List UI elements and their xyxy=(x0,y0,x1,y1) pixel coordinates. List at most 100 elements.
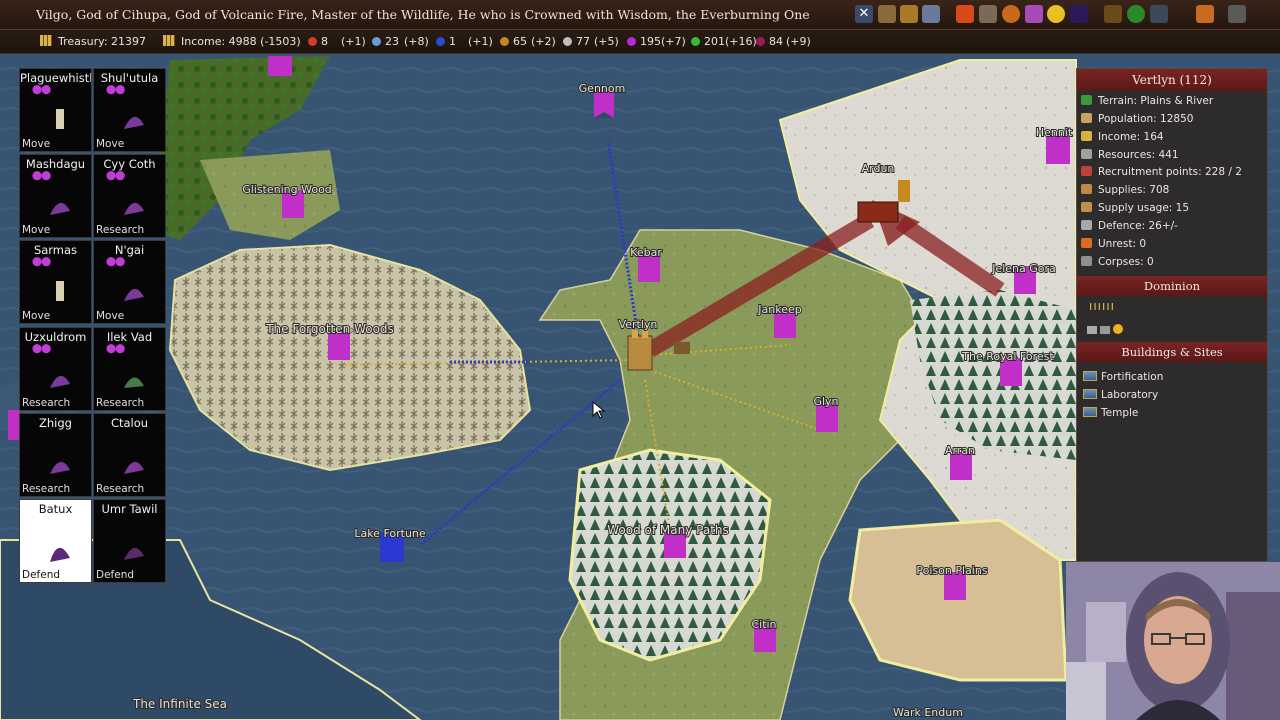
pretender-title: Vilgo, God of Cihupa, God of Volcanic Fi… xyxy=(36,7,810,22)
nature-gem-icon xyxy=(691,37,700,46)
blood-slave-icon xyxy=(756,37,765,46)
astral-gems-stat[interactable]: 77 xyxy=(563,35,590,48)
label-ardun: Ardun xyxy=(862,162,895,175)
pumpkin-icon[interactable] xyxy=(1002,5,1020,23)
globe-icon[interactable] xyxy=(1070,5,1088,23)
fire-gems-stat[interactable]: 8 xyxy=(308,35,328,48)
label-wark-endum: Wark Endum xyxy=(893,706,963,719)
commander-card[interactable]: Plaguewhistl ⬤⬤ Move xyxy=(19,68,92,152)
label-infinite-sea: The Infinite Sea xyxy=(132,697,227,711)
commander-name: Umr Tawil xyxy=(101,502,158,516)
commander-name: Ilek Vad xyxy=(106,330,153,344)
webcam-overlay xyxy=(1066,562,1280,720)
supplies-icon xyxy=(1081,184,1092,194)
wand-icon[interactable] xyxy=(979,5,997,23)
air-gems-delta: (+8) xyxy=(404,35,429,48)
nature-gems-stat[interactable]: 201(+16) xyxy=(691,35,757,48)
building-laboratory[interactable]: Laboratory xyxy=(1083,389,1158,401)
path-icon: ⬤⬤ xyxy=(32,344,51,354)
building-fortification[interactable]: Fortification xyxy=(1083,371,1163,383)
commander-name: Plaguewhistl xyxy=(20,71,91,85)
armor-icon[interactable] xyxy=(922,5,940,23)
treasury-stat[interactable]: Treasury: 21397 xyxy=(40,35,146,48)
income-icon xyxy=(1081,131,1092,141)
death-gem-icon xyxy=(627,37,636,46)
commander-card[interactable]: Uzxuldrom ⬤⬤ Research xyxy=(19,327,92,411)
commander-name: Batux xyxy=(38,502,73,516)
label-royal-forest: The Royal Forest xyxy=(961,350,1054,363)
commander-card[interactable]: Sarmas ⬤⬤ Move xyxy=(19,240,92,324)
commander-card[interactable]: N'gai ⬤⬤ Move xyxy=(93,240,166,324)
commander-portrait-icon xyxy=(124,547,144,560)
resources-bar: Treasury: 21397 Income: 4988 (-1503) 8 (… xyxy=(0,30,1280,54)
water-gems-stat[interactable]: 1 xyxy=(436,35,456,48)
commander-card[interactable]: Ctalou Research xyxy=(93,413,166,497)
income-row: Income: 164 xyxy=(1081,131,1164,143)
supplies-row: Supplies: 708 xyxy=(1081,184,1169,196)
earth-gem-icon xyxy=(500,37,509,46)
commander-order: Research xyxy=(96,483,145,495)
path-icon: ⬤⬤ xyxy=(106,85,125,95)
research-icon[interactable] xyxy=(900,5,918,23)
ship-icon[interactable] xyxy=(1150,5,1168,23)
commander-portrait-icon xyxy=(124,288,144,301)
gold-orb-icon[interactable] xyxy=(1047,5,1065,23)
candle-icon[interactable] xyxy=(1196,5,1214,23)
commander-portrait-icon xyxy=(124,461,144,474)
menu-icon[interactable] xyxy=(1228,5,1246,23)
astral-gems-delta: (+5) xyxy=(594,35,619,48)
unrest-row: Unrest: 0 xyxy=(1081,238,1146,250)
astral-gem-icon xyxy=(563,37,572,46)
commander-order: Move xyxy=(96,138,125,150)
tree-icon[interactable] xyxy=(1127,5,1145,23)
province-title: Vertlyn (112) xyxy=(1077,69,1267,91)
label-arran: Arran xyxy=(945,444,975,457)
commander-name: Shul'utula xyxy=(100,71,159,85)
path-icon: ⬤⬤ xyxy=(106,257,125,267)
terrain-icon xyxy=(1081,95,1092,105)
commander-order: Move xyxy=(22,224,51,236)
label-lake-fortune: Lake Fortune xyxy=(354,527,426,540)
fire-gem-icon xyxy=(308,37,317,46)
air-gem-icon xyxy=(372,37,381,46)
resources-icon xyxy=(1081,149,1092,159)
close-x-icon[interactable]: ✕ xyxy=(855,5,873,23)
fire-icon[interactable] xyxy=(956,5,974,23)
commander-card[interactable]: Umr Tawil Defend xyxy=(93,499,166,583)
commander-card[interactable]: Shul'utula ⬤⬤ Move xyxy=(93,68,166,152)
earth-gems-stat[interactable]: 65 xyxy=(500,35,527,48)
commander-card[interactable]: Cyy Coth ⬤⬤ Research xyxy=(93,154,166,238)
dominion-title: Dominion xyxy=(1077,276,1267,296)
income-stat[interactable]: Income: 4988 (-1503) xyxy=(163,35,301,48)
resources-row: Resources: 441 xyxy=(1081,149,1179,161)
commander-order: Defend xyxy=(96,569,135,581)
army-icon[interactable] xyxy=(878,5,896,23)
blood-slaves-stat[interactable]: 84 xyxy=(756,35,783,48)
label-kebar: Kebar xyxy=(630,246,662,259)
commander-order: Move xyxy=(96,310,125,322)
commander-name: N'gai xyxy=(114,243,145,257)
path-icon: ⬤⬤ xyxy=(106,171,125,181)
label-glyn: Glyn xyxy=(813,395,838,408)
earth-gems-delta: (+2) xyxy=(531,35,556,48)
commander-portrait-icon xyxy=(50,202,70,215)
fire-gems-delta: (+1) xyxy=(341,35,366,48)
commander-card[interactable]: Zhigg Research xyxy=(19,413,92,497)
magic-icon[interactable] xyxy=(1025,5,1043,23)
province-info-panel: Vertlyn (112) Terrain: Plains & River Po… xyxy=(1076,68,1268,562)
commander-portrait-icon xyxy=(124,377,144,388)
death-gems-stat[interactable]: 195(+7) xyxy=(627,35,686,48)
commander-card-selected[interactable]: Batux Defend xyxy=(19,499,92,583)
chest-icon[interactable] xyxy=(1104,5,1122,23)
commander-portrait-icon xyxy=(56,109,64,129)
label-jankeep: Jankeep xyxy=(757,303,801,316)
label-jelena-gora: Jelena Gora xyxy=(991,262,1056,275)
building-temple[interactable]: Temple xyxy=(1083,407,1138,419)
income-icon xyxy=(163,35,175,46)
commander-card[interactable]: Mashdagu ⬤⬤ Move xyxy=(19,154,92,238)
commander-card[interactable]: Ilek Vad ⬤⬤ Research xyxy=(93,327,166,411)
commander-name: Cyy Coth xyxy=(103,157,156,171)
commander-order: Research xyxy=(22,483,71,495)
buildings-title: Buildings & Sites xyxy=(1077,342,1267,362)
air-gems-stat[interactable]: 23 xyxy=(372,35,399,48)
